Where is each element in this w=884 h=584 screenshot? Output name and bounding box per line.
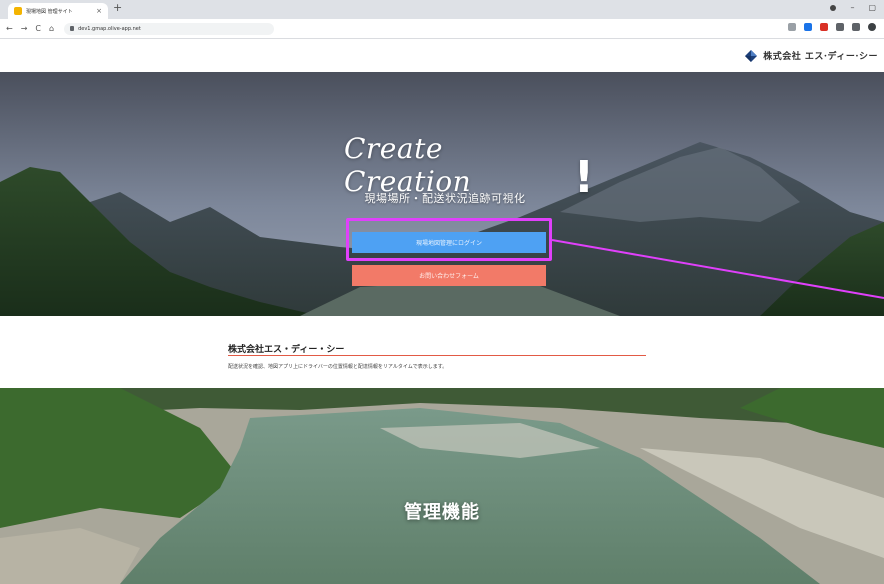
profile-icon[interactable]: [868, 23, 876, 31]
maximize-button[interactable]: ▢: [868, 3, 876, 12]
menu-icon[interactable]: [852, 23, 860, 31]
company-title-rule: [228, 355, 646, 356]
brand-logo[interactable]: 株式会社 エス·ディー·シー: [745, 49, 878, 62]
extension-icon[interactable]: [820, 23, 828, 31]
new-tab-button[interactable]: +: [113, 2, 122, 13]
company-description: 配送状況を確認、地図アプリ上にドライバーの位置情報と配達情報をリアルタイムで表示…: [228, 364, 448, 370]
river-background: [0, 388, 884, 584]
hero-subtitle: 現場場所・配送状況追跡可視化: [364, 192, 526, 205]
hero-title-exclamation: !: [573, 152, 594, 204]
features-title: 管理機能: [404, 502, 480, 523]
lock-icon: [70, 26, 75, 31]
window-controls: – ▢: [830, 3, 876, 12]
back-button[interactable]: ←: [6, 24, 13, 33]
url-text[interactable]: dev1.gmap.olive-app.net: [78, 26, 141, 32]
hero-title: Create Creation !: [344, 132, 594, 204]
browser-toolbar: ← → C ⌂ dev1.gmap.olive-app.net: [0, 19, 884, 39]
favicon-icon: [14, 7, 22, 15]
grid-icon[interactable]: [788, 23, 796, 31]
login-button[interactable]: 現場地図管理にログイン: [352, 232, 546, 253]
company-section: 株式会社エス・ディー・シー 配送状況を確認、地図アプリ上にドライバーの位置情報と…: [0, 316, 884, 388]
company-title: 株式会社エス・ディー・シー: [228, 345, 345, 355]
hero-title-script: Create Creation: [344, 132, 472, 198]
account-icon[interactable]: [830, 4, 837, 11]
features-section: 管理機能: [0, 388, 884, 584]
site-header: 株式会社 エス·ディー·シー: [0, 40, 884, 72]
hero-section: Create Creation ! 現場場所・配送状況追跡可視化 現場地図管理に…: [0, 72, 884, 316]
star-icon[interactable]: [804, 23, 812, 31]
forward-button[interactable]: →: [21, 24, 28, 33]
puzzle-icon[interactable]: [836, 23, 844, 31]
tab-title: 現場地図 管理サイト: [26, 8, 73, 15]
reload-button[interactable]: C: [35, 24, 41, 33]
home-button[interactable]: ⌂: [49, 24, 54, 33]
address-bar[interactable]: dev1.gmap.olive-app.net: [64, 22, 275, 35]
brand-name: 株式会社 エス·ディー·シー: [763, 52, 878, 62]
browser-tab[interactable]: 現場地図 管理サイト ×: [8, 3, 108, 19]
contact-form-button[interactable]: お問い合わせフォーム: [352, 265, 546, 286]
browser-window: 現場地図 管理サイト × + – ▢ ← → C ⌂ dev1.gmap.oli…: [0, 0, 884, 584]
tab-bar: 現場地図 管理サイト × + – ▢: [0, 0, 884, 19]
diamond-logo-icon: [745, 49, 758, 62]
tab-close-icon[interactable]: ×: [96, 7, 102, 15]
minimize-button[interactable]: –: [850, 3, 854, 12]
extension-icons: [788, 23, 876, 31]
